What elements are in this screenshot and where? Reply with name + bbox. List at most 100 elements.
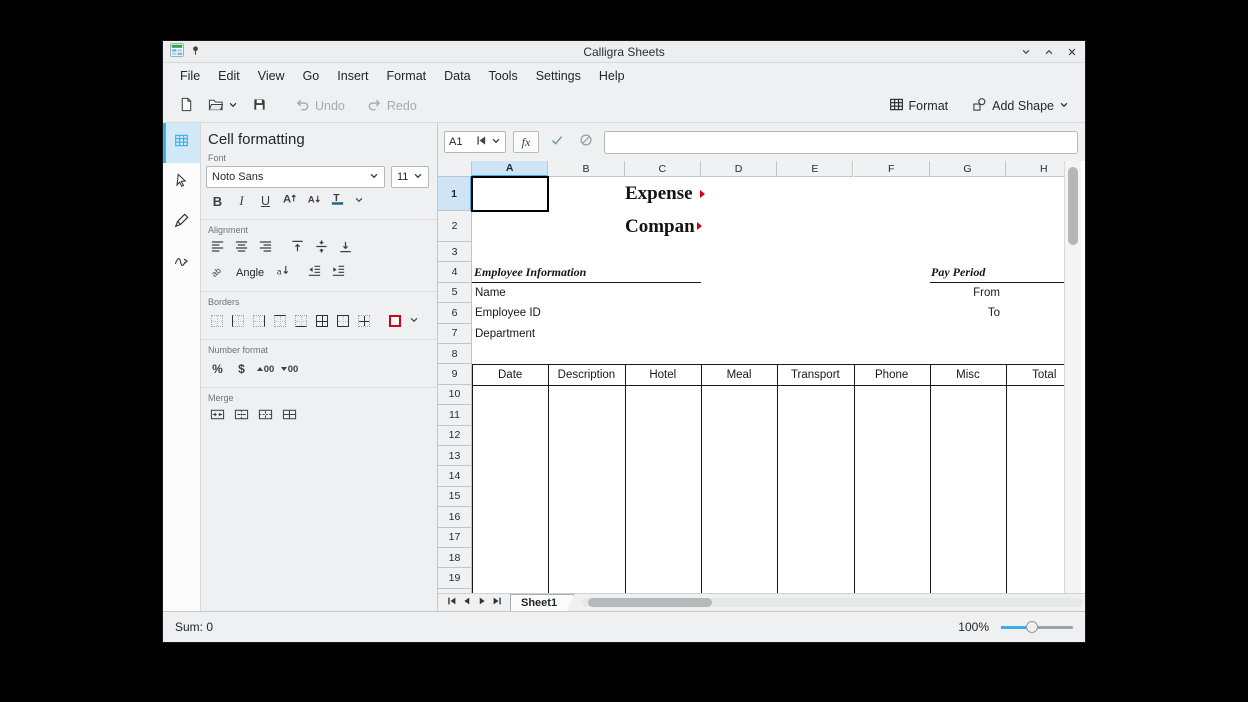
undo-button[interactable]: Undo — [289, 93, 351, 119]
spreadsheet-grid[interactable]: ABCDEFGH 1234567891011121314151617181920… — [438, 161, 1064, 593]
menu-go[interactable]: Go — [294, 63, 329, 89]
tool-cell-formatting[interactable] — [163, 123, 200, 163]
font-family-select[interactable]: Noto Sans — [206, 166, 385, 188]
align-right-button[interactable] — [254, 238, 277, 260]
row-header-20[interactable]: 20 — [438, 589, 472, 593]
menu-insert[interactable]: Insert — [328, 63, 377, 89]
row-header-7[interactable]: 7 — [438, 324, 472, 344]
row-header-11[interactable]: 11 — [438, 405, 472, 425]
vertical-scrollbar-thumb[interactable] — [1068, 167, 1078, 245]
text-color-button[interactable]: T — [326, 190, 349, 212]
zoom-slider[interactable] — [1001, 620, 1073, 634]
expense-table-header-phone[interactable]: Phone — [854, 364, 930, 385]
vertical-scrollbar[interactable] — [1064, 161, 1081, 593]
split-cells-button[interactable] — [278, 406, 301, 428]
border-right-button[interactable] — [248, 310, 269, 332]
column-header-H[interactable]: H — [1006, 161, 1064, 177]
menu-view[interactable]: View — [249, 63, 294, 89]
text-angle-button[interactable]: ab — [206, 262, 229, 284]
row-header-5[interactable]: 5 — [438, 283, 472, 303]
increase-indent-button[interactable] — [327, 262, 350, 284]
grow-font-button[interactable]: A — [278, 190, 301, 212]
border-top-button[interactable] — [269, 310, 290, 332]
border-bottom-button[interactable] — [290, 310, 311, 332]
row-header-9[interactable]: 9 — [438, 364, 472, 384]
decrease-precision-button[interactable]: 00 — [278, 358, 301, 380]
row-header-1[interactable]: 1 — [438, 177, 472, 211]
cancel-formula-button[interactable] — [575, 131, 597, 153]
border-color-button[interactable] — [384, 310, 405, 332]
percent-format-button[interactable]: % — [206, 358, 229, 380]
merge-cells-button[interactable] — [206, 406, 229, 428]
minimize-button[interactable] — [1019, 45, 1033, 59]
row-header-10[interactable]: 10 — [438, 385, 472, 405]
align-top-button[interactable] — [286, 238, 309, 260]
menu-file[interactable]: File — [171, 63, 209, 89]
merge-horizontal-button[interactable] — [230, 406, 253, 428]
expense-table-header-transport[interactable]: Transport — [777, 364, 853, 385]
italic-button[interactable]: I — [230, 190, 253, 212]
row-header-8[interactable]: 8 — [438, 344, 472, 364]
formula-input[interactable] — [604, 131, 1078, 154]
row-header-18[interactable]: 18 — [438, 548, 472, 568]
zoom-slider-handle[interactable] — [1026, 621, 1038, 633]
row-header-14[interactable]: 14 — [438, 466, 472, 486]
row-header-4[interactable]: 4 — [438, 262, 472, 282]
titlebar[interactable]: Calligra Sheets — [163, 41, 1085, 63]
more-font-options-button[interactable] — [350, 190, 367, 212]
align-middle-button[interactable] — [310, 238, 333, 260]
row-header-13[interactable]: 13 — [438, 446, 472, 466]
menu-tools[interactable]: Tools — [480, 63, 527, 89]
row-header-16[interactable]: 16 — [438, 507, 472, 527]
pin-icon[interactable] — [190, 43, 201, 61]
format-button[interactable]: Format — [883, 93, 955, 119]
merge-vertical-button[interactable] — [254, 406, 277, 428]
save-button[interactable] — [246, 93, 273, 119]
bold-button[interactable]: B — [206, 190, 229, 212]
column-header-B[interactable]: B — [548, 161, 624, 177]
add-shape-button[interactable]: Add Shape — [966, 93, 1075, 119]
column-header-G[interactable]: G — [930, 161, 1006, 177]
close-button[interactable] — [1065, 45, 1079, 59]
border-inner-button[interactable] — [353, 310, 374, 332]
border-outline-button[interactable] — [332, 310, 353, 332]
maximize-button[interactable] — [1042, 45, 1056, 59]
column-header-C[interactable]: C — [625, 161, 701, 177]
formula-function-button[interactable]: fx — [513, 131, 539, 153]
menu-settings[interactable]: Settings — [527, 63, 590, 89]
horizontal-scrollbar-thumb[interactable] — [588, 598, 712, 607]
row-header-17[interactable]: 17 — [438, 528, 472, 548]
align-left-button[interactable] — [206, 238, 229, 260]
apply-formula-button[interactable] — [546, 131, 568, 153]
horizontal-scrollbar[interactable] — [582, 598, 1083, 607]
expense-table-header-date[interactable]: Date — [472, 364, 548, 385]
menu-data[interactable]: Data — [435, 63, 479, 89]
tool-freehand[interactable] — [163, 243, 200, 283]
border-left-button[interactable] — [227, 310, 248, 332]
row-header-15[interactable]: 15 — [438, 487, 472, 507]
currency-format-button[interactable]: $ — [230, 358, 253, 380]
new-document-button[interactable] — [173, 93, 200, 119]
align-center-button[interactable] — [230, 238, 253, 260]
row-header-19[interactable]: 19 — [438, 568, 472, 588]
more-border-options-button[interactable] — [405, 310, 422, 332]
open-document-button[interactable] — [202, 93, 244, 119]
border-all-button[interactable] — [311, 310, 332, 332]
decrease-indent-button[interactable] — [303, 262, 326, 284]
border-none-button[interactable] — [206, 310, 227, 332]
expense-table-header-meal[interactable]: Meal — [701, 364, 777, 385]
menu-help[interactable]: Help — [590, 63, 634, 89]
sheet-nav-last-button[interactable] — [489, 595, 504, 610]
expense-table-header-total[interactable]: Total — [1006, 364, 1064, 385]
sheet-nav-prev-button[interactable] — [459, 595, 474, 610]
row-header-3[interactable]: 3 — [438, 242, 472, 262]
sheet-tab-sheet1[interactable]: Sheet1 — [510, 594, 574, 611]
column-header-E[interactable]: E — [777, 161, 853, 177]
underline-button[interactable]: U — [254, 190, 277, 212]
row-header-6[interactable]: 6 — [438, 303, 472, 323]
sheet-nav-first-button[interactable] — [444, 595, 459, 610]
column-header-D[interactable]: D — [701, 161, 777, 177]
shrink-font-button[interactable]: A — [302, 190, 325, 212]
tool-calligraphy[interactable] — [163, 203, 200, 243]
row-header-12[interactable]: 12 — [438, 426, 472, 446]
